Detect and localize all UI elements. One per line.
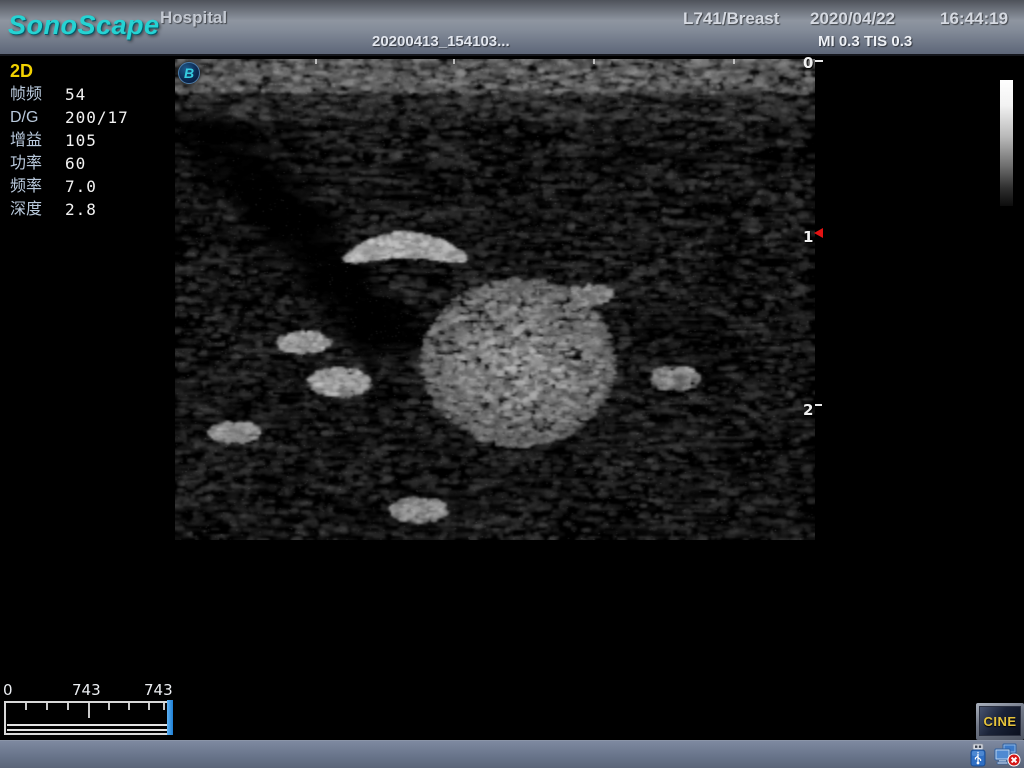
depth-tick-2 [815,404,822,406]
param-value: 200/17 [65,106,129,129]
depth-marker-0: 0 [803,54,813,72]
param-label: D/G [10,106,65,129]
b-mode-orientation-marker: B [178,62,200,84]
depth-tick-0 [815,60,823,62]
ultrasound-image[interactable]: B [175,59,815,540]
param-row: 增益105 [10,129,170,152]
focus-position-arrow[interactable] [814,228,823,238]
param-value: 7.0 [65,175,97,198]
cine-current-frame: 743 [72,681,101,699]
system-date: 2020/04/22 [810,9,895,29]
cine-button-label: CINE [983,714,1016,729]
probe-preset-label: L741/Breast [683,9,779,29]
top-status-bar: SonoScape Hospital 20200413_154103... L7… [0,0,1024,56]
param-label: 频率 [10,175,65,198]
cine-tick [46,703,48,710]
param-value: 2.8 [65,198,97,221]
depth-marker-1: 1 [803,228,813,246]
width-scale-tick [315,59,317,64]
cine-button-screen: CINE [979,706,1021,736]
param-label: 深度 [10,198,65,221]
cine-progress-line [7,724,169,726]
param-value: 60 [65,152,86,175]
cine-tick [25,703,27,710]
param-value: 54 [65,83,86,106]
cine-progress-line [7,729,169,731]
width-scale-tick [593,59,595,64]
cine-position-handle[interactable] [167,700,173,735]
cine-scrubber: 0 743 743 [0,681,185,737]
parameter-panel: 2D 帧频54D/G200/17增益105功率60频率7.0深度2.8 [10,60,170,221]
param-list: 帧频54D/G200/17增益105功率60频率7.0深度2.8 [10,83,170,221]
hospital-name: Hospital [160,8,227,28]
cine-track[interactable] [4,701,172,735]
cine-tick [148,703,150,710]
param-row: 功率60 [10,152,170,175]
param-label: 增益 [10,129,65,152]
param-row: 深度2.8 [10,198,170,221]
sonoscape-logo: SonoScape [8,10,160,41]
taskbar [0,740,1024,768]
param-row: 频率7.0 [10,175,170,198]
cine-tick [163,703,165,710]
param-label: 帧频 [10,83,65,106]
mi-tis-readout: MI 0.3 TIS 0.3 [818,33,912,50]
param-row: D/G200/17 [10,106,170,129]
width-scale-tick [453,59,455,64]
mode-label: 2D [10,60,170,83]
cine-start-frame: 0 [3,681,13,699]
param-row: 帧频54 [10,83,170,106]
system-time: 16:44:19 [940,9,1008,29]
depth-marker-2: 2 [803,401,813,419]
usb-icon[interactable] [966,743,990,767]
cine-tick [67,703,69,710]
param-value: 105 [65,129,97,152]
cine-tick [128,703,130,710]
cine-tick-major [88,703,90,718]
width-scale-tick [733,59,735,64]
grayscale-map-bar [1000,80,1013,206]
cine-button[interactable]: CINE [976,703,1024,740]
ultrasound-canvas[interactable] [175,59,815,540]
exam-file-name: 20200413_154103... [372,33,510,50]
param-label: 功率 [10,152,65,175]
ultrasound-screen: SonoScape Hospital 20200413_154103... L7… [0,0,1024,768]
cine-tick [108,703,110,710]
cine-total-frames: 743 [144,681,173,699]
network-error-icon[interactable] [993,743,1021,767]
